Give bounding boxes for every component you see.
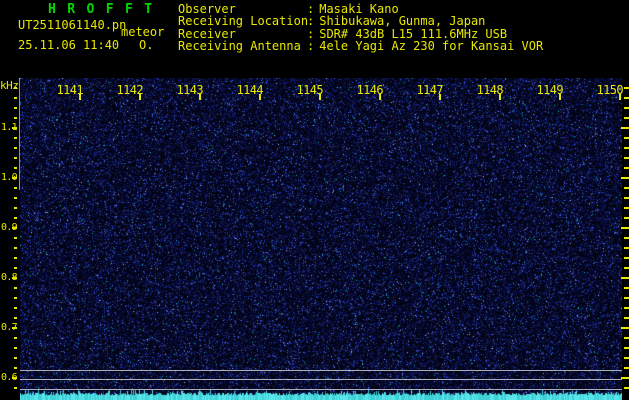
freq-minor-tick-right [624, 337, 629, 339]
freq-minor-tick-right [624, 317, 629, 319]
info-separator: : [307, 39, 315, 54]
reference-line [20, 389, 622, 390]
info-row: Receiving Antenna:4ele Yagi Az 230 for K… [178, 39, 544, 54]
freq-minor-tick-right [624, 117, 629, 119]
freq-minor-tick-right [624, 257, 629, 259]
freq-major-tick-right [621, 277, 629, 279]
freq-minor-tick-right [624, 187, 629, 189]
freq-minor-tick-right [624, 97, 629, 99]
time-tick [559, 94, 561, 100]
info-row: Receiving Location: Shibukawa, Gunma, Jap… [178, 14, 543, 29]
freq-minor-tick-right [624, 237, 629, 239]
freq-minor-tick-left [14, 297, 17, 299]
freq-minor-tick-left [14, 87, 17, 89]
freq-major-tick-right [621, 177, 629, 179]
freq-major-tick-left [12, 177, 17, 179]
freq-minor-tick-right [624, 357, 629, 359]
freq-minor-tick-right [624, 387, 629, 389]
freq-minor-tick-right [624, 207, 629, 209]
freq-minor-tick-left [14, 247, 17, 249]
freq-unit-label: kHz [0, 79, 19, 92]
spectrogram-canvas [20, 78, 622, 400]
freq-major-tick-right [621, 127, 629, 129]
freq-minor-tick-right [624, 247, 629, 249]
freq-major-tick-left [12, 227, 17, 229]
reference-line [20, 370, 622, 371]
app-title: H R O F F T [48, 2, 154, 17]
freq-minor-tick-left [14, 357, 17, 359]
time-tick [379, 94, 381, 100]
freq-major-tick-left [12, 277, 17, 279]
time-tick [319, 94, 321, 100]
time-tick [79, 94, 81, 100]
freq-minor-tick-right [624, 297, 629, 299]
meteor-label: meteor [121, 25, 165, 39]
time-tick [199, 94, 201, 100]
time-tick [439, 94, 441, 100]
freq-minor-tick-left [14, 337, 17, 339]
freq-minor-tick-right [624, 197, 629, 199]
freq-major-tick-left [12, 127, 17, 129]
info-value: Shibukawa, Gunma, Japan [319, 14, 486, 29]
freq-minor-tick-right [624, 267, 629, 269]
freq-minor-tick-left [14, 347, 17, 349]
info-value: 4ele Yagi Az 230 for Kansai VOR [319, 39, 544, 54]
info-label: Receiving Location [178, 14, 309, 29]
freq-minor-tick-left [14, 167, 17, 169]
freq-minor-tick-right [624, 367, 629, 369]
time-tick [259, 94, 261, 100]
freq-minor-tick-right [624, 147, 629, 149]
freq-minor-tick-left [14, 307, 17, 309]
output-filename: UT2511061140.pn [18, 18, 127, 32]
freq-minor-tick-right [624, 287, 629, 289]
time-tick [139, 94, 141, 100]
freq-minor-tick-right [624, 167, 629, 169]
freq-minor-tick-right [624, 137, 629, 139]
freq-minor-tick-right [624, 157, 629, 159]
freq-major-tick-right [621, 327, 629, 329]
freq-minor-tick-left [14, 197, 17, 199]
freq-minor-tick-left [14, 207, 17, 209]
observation-info: Observer: Masaki Kano Receiving Location: S… [178, 3, 543, 53]
freq-minor-tick-left [14, 367, 17, 369]
freq-minor-tick-left [14, 217, 17, 219]
freq-minor-tick-left [14, 257, 17, 259]
meteor-counter: O. [139, 38, 154, 52]
freq-minor-tick-left [14, 267, 17, 269]
info-label: Receiving Antenna [178, 39, 301, 54]
time-tick [619, 94, 621, 100]
freq-major-tick-left [12, 327, 17, 329]
freq-major-tick-right [621, 227, 629, 229]
freq-major-tick-right [621, 377, 629, 379]
freq-minor-tick-left [14, 97, 17, 99]
freq-minor-tick-right [624, 217, 629, 219]
info-separator: : [307, 14, 315, 29]
freq-minor-tick-left [14, 107, 17, 109]
freq-minor-tick-left [14, 147, 17, 149]
freq-minor-tick-left [14, 287, 17, 289]
datetime-label: 25.11.06 11:40 [18, 38, 120, 52]
freq-minor-tick-left [14, 117, 17, 119]
freq-minor-tick-left [14, 317, 17, 319]
left-axis-line [19, 78, 20, 190]
freq-minor-tick-left [14, 237, 17, 239]
freq-major-tick-left [12, 377, 17, 379]
freq-minor-tick-right [624, 347, 629, 349]
hrofft-spectrogram-screen: H R O F F T UT2511061140.pn meteor 25.11… [0, 0, 629, 400]
freq-minor-tick-left [14, 187, 17, 189]
freq-minor-tick-right [624, 87, 629, 89]
freq-minor-tick-right [624, 107, 629, 109]
time-tick [499, 94, 501, 100]
freq-minor-tick-left [14, 387, 17, 389]
freq-minor-tick-right [624, 307, 629, 309]
reference-line [20, 379, 622, 380]
freq-minor-tick-left [14, 157, 17, 159]
freq-minor-tick-left [14, 137, 17, 139]
